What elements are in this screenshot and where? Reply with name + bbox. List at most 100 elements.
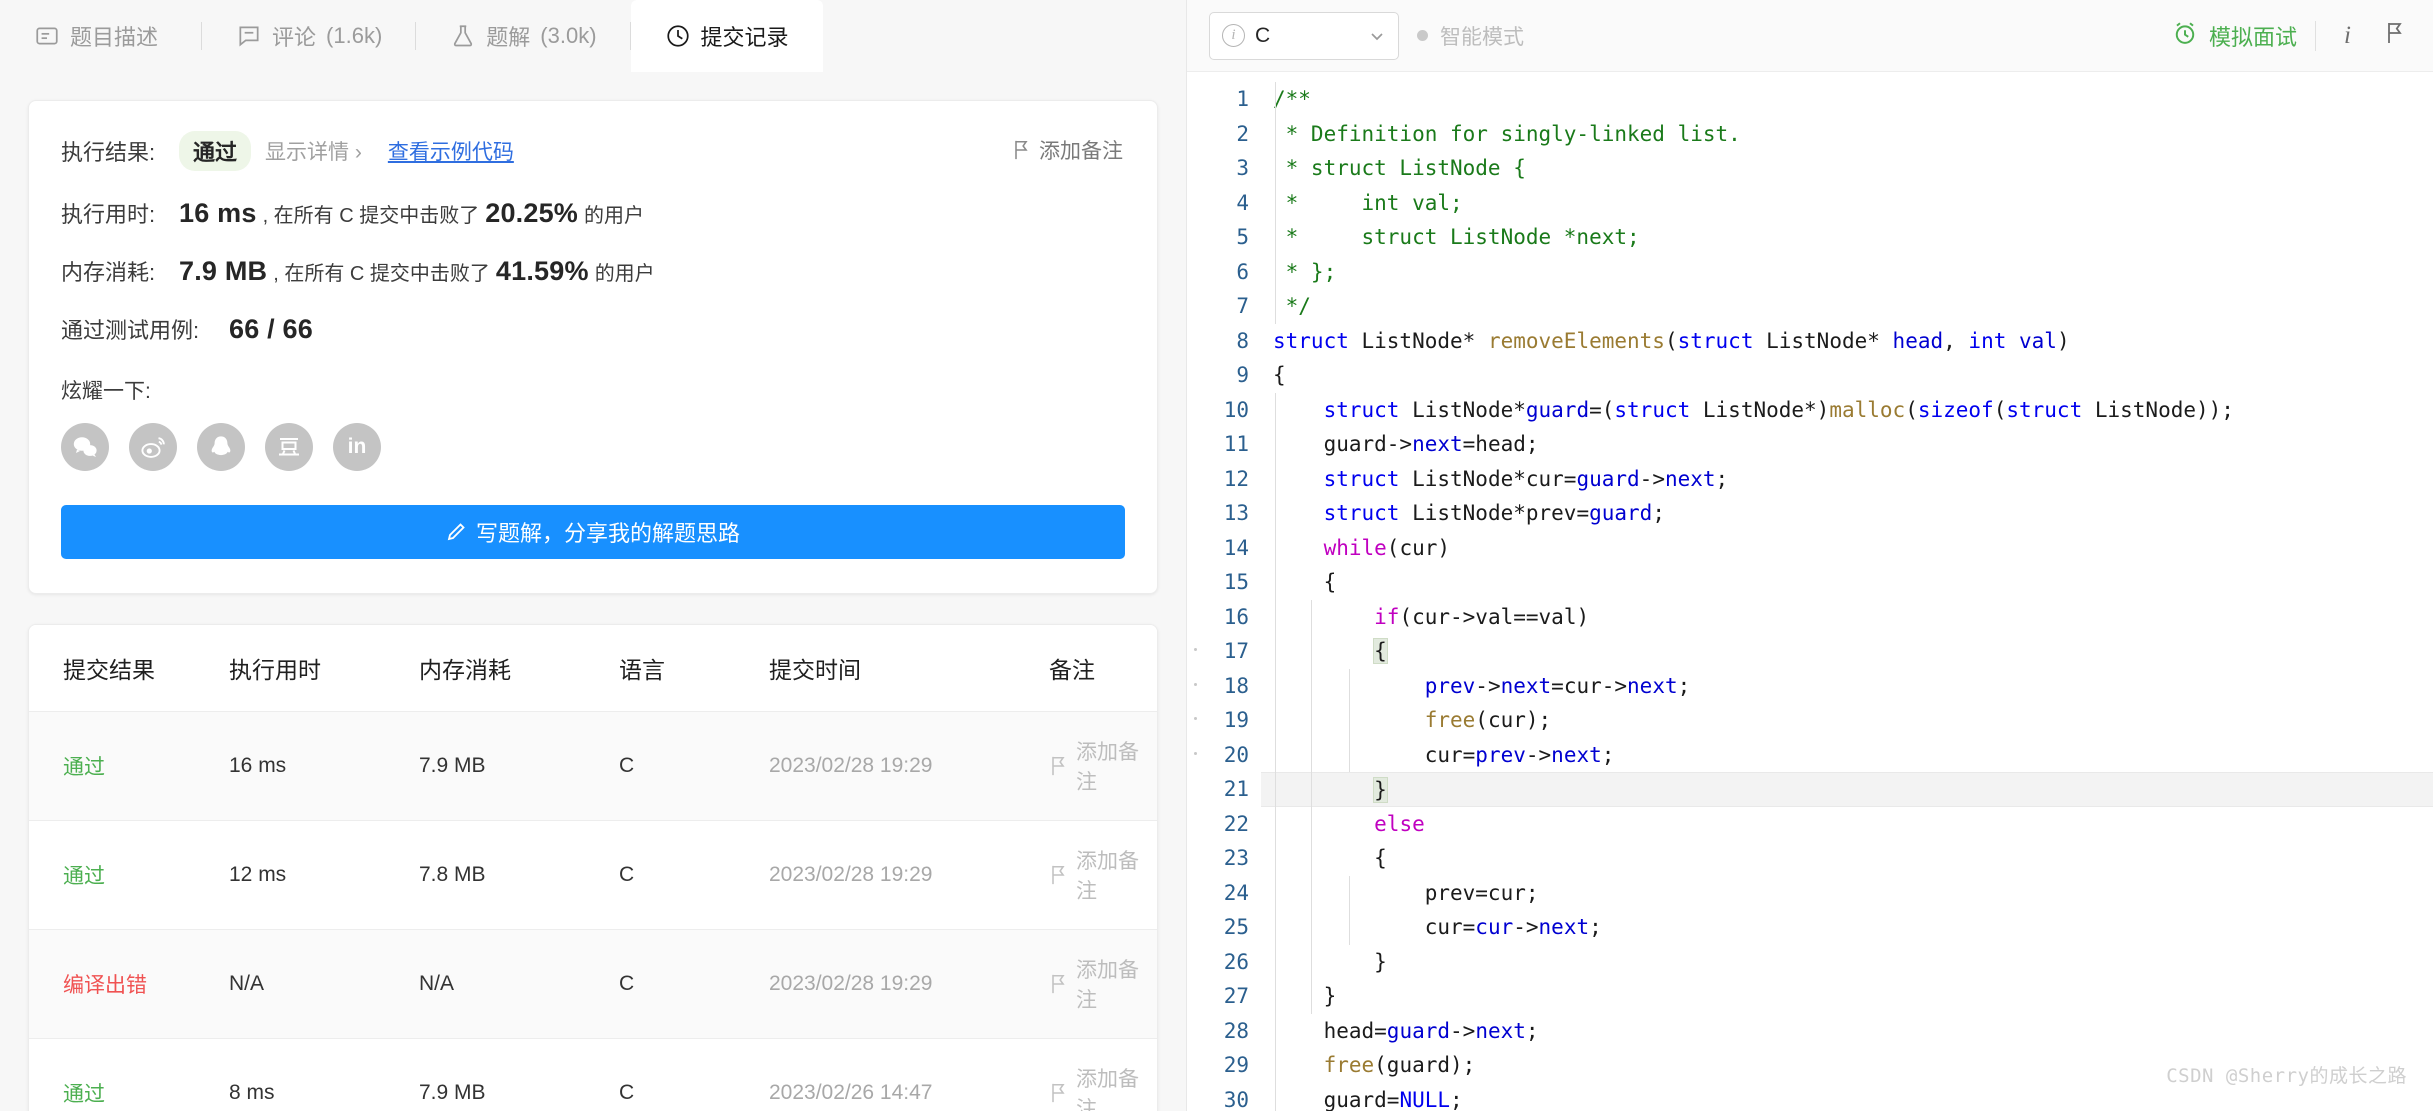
- code-line[interactable]: }: [1261, 772, 2433, 807]
- fold-marker[interactable]: [1194, 648, 1197, 651]
- row-add-note-button[interactable]: 添加备注: [1049, 954, 1157, 1014]
- line-number: 6: [1236, 259, 1249, 284]
- code-line[interactable]: prev=cur;: [1261, 876, 2433, 911]
- table-row[interactable]: 通过 12 ms 7.8 MB C 2023/02/28 19:29 添加备注: [29, 820, 1157, 930]
- code-line[interactable]: free(guard);: [1261, 1048, 2433, 1083]
- code-line[interactable]: * Definition for singly-linked list.: [1261, 117, 2433, 152]
- code-token: ;: [1715, 466, 1729, 491]
- code-line[interactable]: struct ListNode* removeElements(struct L…: [1261, 324, 2433, 359]
- code-line[interactable]: struct ListNode*cur=guard->next;: [1261, 462, 2433, 497]
- fold-marker[interactable]: [1194, 682, 1197, 686]
- smart-mode-toggle[interactable]: 智能模式: [1417, 21, 1524, 51]
- cell-note[interactable]: 添加备注: [1049, 1038, 1157, 1111]
- cell-status[interactable]: 通过: [29, 820, 229, 930]
- code-token: =(: [1589, 397, 1615, 422]
- cell-status[interactable]: 编译出错: [29, 929, 229, 1039]
- toolbar-divider: [2315, 20, 2317, 51]
- code-line[interactable]: cur=prev->next;: [1261, 738, 2433, 773]
- line-number: 3: [1236, 156, 1249, 180]
- row-add-note-button[interactable]: 添加备注: [1049, 736, 1157, 796]
- code-token: else: [1374, 811, 1425, 836]
- code-line[interactable]: struct ListNode*guard=(struct ListNode*)…: [1261, 393, 2433, 428]
- fold-gutter[interactable]: [1187, 72, 1203, 1111]
- code-line[interactable]: {: [1261, 841, 2433, 876]
- info-button[interactable]: i: [2334, 22, 2361, 50]
- cell-memory-text: 7.8 MB: [419, 863, 486, 886]
- cell-status-text: 通过: [63, 1083, 105, 1106]
- code-line[interactable]: cur=cur->next;: [1261, 910, 2433, 945]
- tab-comments[interactable]: 评论 (1.6k): [202, 0, 417, 72]
- write-solution-button[interactable]: 写题解，分享我的解题思路: [61, 505, 1125, 559]
- code-line[interactable]: {: [1261, 358, 2433, 393]
- code-line[interactable]: prev->next=cur->next;: [1261, 669, 2433, 704]
- code-line[interactable]: * };: [1261, 255, 2433, 290]
- tab-description[interactable]: 题目描述: [0, 0, 203, 72]
- code-line[interactable]: * int val;: [1261, 186, 2433, 221]
- tab-count: (3.0k): [540, 23, 597, 48]
- code-line[interactable]: else: [1261, 807, 2433, 842]
- wechat-icon[interactable]: [61, 423, 109, 471]
- code-line[interactable]: /**: [1261, 82, 2433, 117]
- code-line[interactable]: }: [1261, 945, 2433, 980]
- fold-marker[interactable]: [1194, 751, 1197, 755]
- cell-note[interactable]: 添加备注: [1049, 820, 1157, 930]
- fold-marker[interactable]: [1194, 717, 1197, 720]
- code-line[interactable]: head=guard->next;: [1261, 1014, 2433, 1049]
- editor-scrollbar[interactable]: [2424, 72, 2433, 1111]
- run-flag-button[interactable]: [2379, 21, 2411, 50]
- code-line[interactable]: struct ListNode*prev=guard;: [1261, 496, 2433, 531]
- linkedin-glyph: in: [347, 435, 367, 458]
- qq-icon[interactable]: [197, 423, 245, 471]
- code-line[interactable]: * struct ListNode *next;: [1261, 220, 2433, 255]
- code-line[interactable]: while(cur): [1261, 531, 2433, 566]
- language-select[interactable]: i C: [1209, 11, 1399, 60]
- code-line[interactable]: }: [1261, 979, 2433, 1014]
- view-sample-code-link[interactable]: 查看示例代码: [388, 136, 514, 166]
- show-detail-link[interactable]: 显示详情 ›: [265, 136, 362, 166]
- table-row[interactable]: 通过 16 ms 7.9 MB C 2023/02/28 19:29 添加备注: [29, 711, 1157, 821]
- cell-note[interactable]: 添加备注: [1049, 711, 1157, 821]
- table-row[interactable]: 编译出错 N/A N/A C 2023/02/28 19:29 添加备注: [29, 929, 1157, 1039]
- douban-icon[interactable]: [265, 423, 313, 471]
- cell-time: 2023/02/28 19:29: [769, 820, 1049, 930]
- table-row[interactable]: 通过 8 ms 7.9 MB C 2023/02/26 14:47 添加备注: [29, 1038, 1157, 1111]
- code-line[interactable]: */: [1261, 289, 2433, 324]
- code-line[interactable]: free(cur);: [1261, 703, 2433, 738]
- code-line[interactable]: guard->next=head;: [1261, 427, 2433, 462]
- code-token: {: [1273, 846, 1387, 870]
- tab-solutions[interactable]: 题解 (3.0k): [416, 0, 631, 72]
- linkedin-icon[interactable]: in: [333, 423, 381, 471]
- line-number: 17: [1223, 639, 1249, 663]
- code-line[interactable]: {: [1261, 565, 2433, 600]
- mock-interview-button[interactable]: 模拟面试: [2172, 20, 2297, 52]
- code-token: next: [1551, 742, 1602, 767]
- code-line[interactable]: {: [1261, 634, 2433, 669]
- code-token: next: [1627, 673, 1678, 698]
- code-token: ->: [1639, 466, 1665, 491]
- code-line[interactable]: if(cur->val==val): [1261, 600, 2433, 635]
- code-token: free: [1424, 708, 1476, 732]
- cell-status-text: 通过: [63, 865, 105, 888]
- code-token: ;: [1677, 673, 1691, 698]
- cell-language: C: [619, 929, 769, 1039]
- tab-submissions[interactable]: 提交记录: [630, 0, 823, 72]
- row-add-note-button[interactable]: 添加备注: [1049, 845, 1157, 905]
- cell-status-text: 通过: [63, 756, 105, 779]
- runtime-value: 16 ms: [179, 197, 257, 228]
- code-editor[interactable]: 1 2 3 4 5 6 7 8 9 10 11 12 13 14 15 16 17 18 19 20 21 22 23 24 2…: [1187, 72, 2433, 1111]
- code-content[interactable]: /** * Definition for singly-linked list.…: [1261, 72, 2433, 1111]
- line-number: 5: [1236, 225, 1249, 249]
- cell-status[interactable]: 通过: [29, 711, 229, 821]
- add-note-button[interactable]: 添加备注: [1012, 135, 1123, 165]
- weibo-icon[interactable]: [129, 423, 177, 471]
- code-line[interactable]: guard=NULL;: [1261, 1083, 2433, 1111]
- cell-note[interactable]: 添加备注: [1049, 929, 1157, 1039]
- row-add-note-button[interactable]: 添加备注: [1049, 1063, 1157, 1111]
- code-token: prev: [1475, 742, 1526, 767]
- cell-time: 2023/02/28 19:29: [769, 929, 1049, 1039]
- cell-time-text: 2023/02/28 19:29: [769, 863, 933, 886]
- code-line[interactable]: * struct ListNode {: [1261, 151, 2433, 186]
- cell-status[interactable]: 通过: [29, 1038, 229, 1111]
